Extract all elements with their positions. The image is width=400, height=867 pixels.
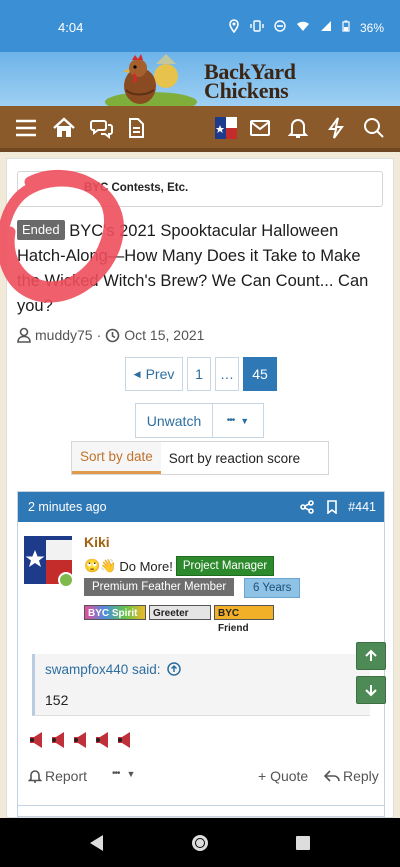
location-icon bbox=[228, 19, 240, 36]
post-more-menu[interactable]: ••• ▼ bbox=[112, 768, 135, 779]
site-logo-text[interactable]: BackYard Chickens bbox=[204, 61, 296, 103]
quote-text: 152 bbox=[45, 692, 69, 708]
scroll-up-button[interactable] bbox=[356, 642, 386, 670]
clock-icon bbox=[105, 328, 120, 342]
search-icon[interactable] bbox=[360, 114, 388, 142]
caret-down-icon: ▼ bbox=[240, 415, 250, 426]
sort-tabs: Sort by date Sort by reaction score bbox=[71, 441, 329, 475]
megaphone-emoji-row bbox=[30, 732, 130, 748]
menu-icon[interactable] bbox=[12, 114, 40, 142]
alerts-bell-icon[interactable] bbox=[284, 114, 312, 142]
site-header: BackYard Chickens bbox=[0, 52, 400, 106]
tab-sort-by-date[interactable]: Sort by date bbox=[72, 442, 161, 474]
home-circle-icon[interactable] bbox=[189, 832, 211, 854]
conversations-icon[interactable] bbox=[88, 114, 116, 142]
battery-icon bbox=[342, 20, 350, 35]
thread-actions: Unwatch ••• ▼ bbox=[135, 403, 264, 438]
unwatch-button[interactable]: Unwatch bbox=[135, 403, 213, 438]
user-avatar-nav[interactable] bbox=[212, 114, 240, 142]
thread-author[interactable]: muddy75 bbox=[35, 327, 93, 343]
pagination: ◀ Prev 1 … 45 bbox=[125, 357, 281, 391]
prev-page-button[interactable]: ◀ Prev bbox=[125, 357, 183, 391]
user-icon bbox=[17, 327, 31, 343]
page-1-link[interactable]: 1 bbox=[187, 357, 211, 391]
post-reactions[interactable] bbox=[28, 730, 138, 750]
recents-square-icon[interactable] bbox=[292, 832, 314, 854]
quote-button[interactable]: + Quote bbox=[258, 768, 308, 784]
post-time[interactable]: 2 minutes ago bbox=[28, 500, 107, 514]
scroll-down-button[interactable] bbox=[356, 676, 386, 704]
caret-down-icon: ▼ bbox=[126, 768, 136, 779]
byc-spirit-badge: BYC Spirit bbox=[84, 605, 146, 620]
report-label: Report bbox=[45, 768, 88, 784]
report-button[interactable]: Report bbox=[28, 768, 87, 784]
wifi-icon bbox=[296, 20, 310, 35]
thread-meta: muddy75 · Oct 15, 2021 bbox=[17, 327, 204, 343]
greeter-badge: Greeter bbox=[149, 605, 211, 620]
post-message: 2 minutes ago #441 Kiki 🙄👋 Do More! Proj… bbox=[17, 491, 386, 817]
logo-line-2: Chickens bbox=[204, 78, 289, 103]
vibrate-icon bbox=[250, 20, 264, 35]
main-nav bbox=[0, 106, 400, 152]
thread-more-menu[interactable]: ••• ▼ bbox=[212, 403, 264, 438]
thread-prefix-badge[interactable]: Ended bbox=[17, 220, 65, 240]
more-dots: ••• bbox=[226, 415, 235, 426]
bell-icon bbox=[28, 770, 42, 783]
meta-separator: · bbox=[96, 327, 102, 343]
reply-label: Reply bbox=[343, 768, 379, 784]
dnd-icon bbox=[274, 20, 286, 35]
post-more-dots: ••• bbox=[112, 768, 120, 779]
breadcrumb-item[interactable]: BYC Contests, Etc. bbox=[84, 182, 188, 194]
user-title-emoji: 🙄👋 bbox=[84, 558, 117, 573]
back-triangle-icon[interactable] bbox=[86, 832, 108, 854]
thread-title-text: BYC's 2021 Spooktacular Halloween Hatch-… bbox=[17, 222, 369, 315]
android-nav-bar bbox=[0, 818, 400, 867]
quote-author[interactable]: swampfox440 said: bbox=[45, 662, 182, 677]
quote-author-text: swampfox440 said: bbox=[45, 662, 161, 677]
thread-date[interactable]: Oct 15, 2021 bbox=[124, 327, 204, 343]
quote-block: swampfox440 said: 152 bbox=[32, 654, 370, 716]
post-username[interactable]: Kiki bbox=[84, 534, 110, 550]
status-icons: 36% bbox=[228, 19, 384, 36]
role-badge: Project Manager bbox=[175, 556, 275, 576]
status-bar: 4:04 36% bbox=[0, 0, 400, 52]
tab-sort-by-reaction[interactable]: Sort by reaction score bbox=[161, 442, 308, 474]
hen-logo-icon[interactable] bbox=[104, 54, 198, 106]
bookmark-icon[interactable] bbox=[326, 500, 338, 517]
inbox-icon[interactable] bbox=[246, 114, 274, 142]
thread-title: Ended BYC's 2021 Spooktacular Halloween … bbox=[17, 219, 387, 319]
arrow-down-icon bbox=[365, 685, 377, 697]
current-page[interactable]: 45 bbox=[243, 357, 277, 391]
page-jump-ellipsis[interactable]: … bbox=[215, 357, 239, 391]
next-post-edge bbox=[17, 805, 385, 819]
share-icon[interactable] bbox=[300, 500, 314, 517]
post-number[interactable]: #441 bbox=[348, 500, 376, 514]
user-title: 🙄👋 Do More! Project Manager bbox=[84, 556, 275, 576]
member-badge: Premium Feather Member bbox=[84, 578, 235, 596]
reply-arrow-icon bbox=[324, 770, 340, 782]
reply-button[interactable]: Reply bbox=[324, 768, 379, 784]
arrow-up-icon bbox=[365, 649, 377, 661]
user-title-text: Do More! bbox=[119, 558, 173, 574]
prev-label: Prev bbox=[145, 366, 175, 382]
breadcrumb[interactable]: BYC Contests, Etc. bbox=[17, 171, 383, 207]
whats-new-icon[interactable] bbox=[122, 114, 150, 142]
post-header: 2 minutes ago #441 bbox=[18, 492, 384, 522]
years-badge: 6 Years bbox=[244, 578, 301, 598]
home-icon[interactable] bbox=[50, 114, 78, 142]
arrow-up-circle-icon bbox=[167, 662, 182, 676]
byc-friend-badge: BYC Friend bbox=[214, 605, 274, 634]
main-content: BYC Contests, Etc. Ended BYC's 2021 Spoo… bbox=[6, 158, 394, 819]
lightning-icon[interactable] bbox=[322, 114, 350, 142]
status-time: 4:04 bbox=[58, 20, 84, 35]
chevron-left-icon: ◀ bbox=[133, 368, 141, 379]
signal-icon bbox=[320, 20, 332, 35]
online-status-indicator bbox=[58, 572, 74, 588]
battery-level: 36% bbox=[359, 20, 384, 35]
